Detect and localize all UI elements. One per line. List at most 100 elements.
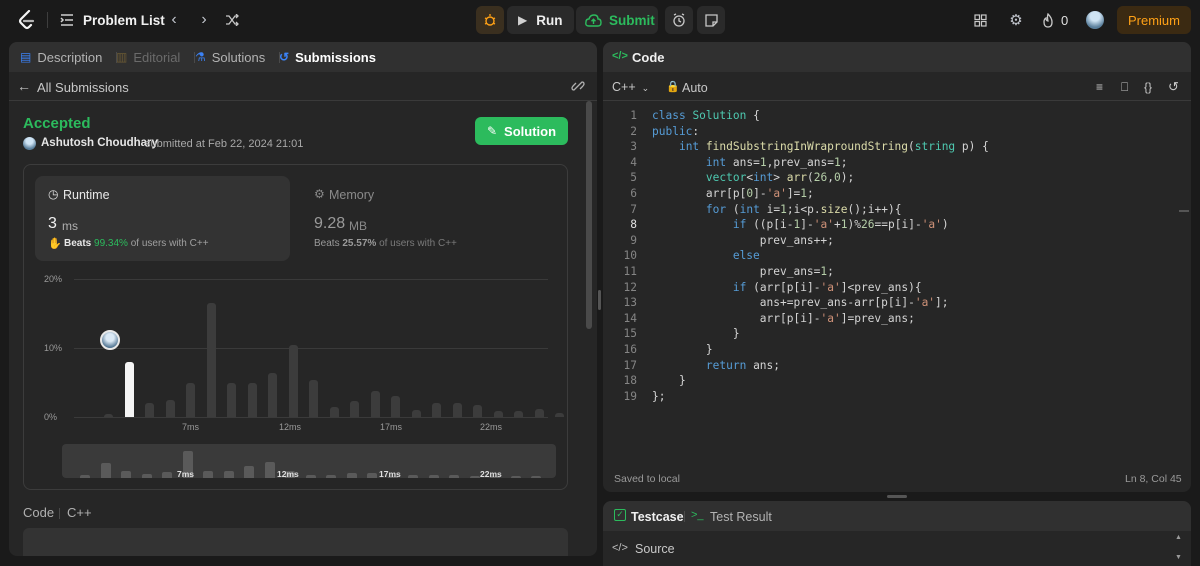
vertical-resize-handle[interactable]	[598, 290, 601, 310]
code-token: arr	[786, 171, 807, 185]
shuffle-icon[interactable]	[223, 11, 241, 29]
chart-bar[interactable]	[206, 303, 216, 417]
scroll-down-arrow-icon[interactable]: ▼	[1175, 554, 1182, 561]
scrollbar-thumb[interactable]	[1179, 210, 1189, 212]
code-token: :	[692, 124, 700, 138]
code-line[interactable]: else	[652, 248, 760, 264]
code-line[interactable]: vector<int> arr(26,0);	[652, 170, 854, 186]
chart-bar[interactable]	[534, 409, 544, 417]
chart-bar[interactable]	[432, 403, 441, 417]
chart-bar[interactable]	[493, 411, 503, 417]
next-problem-icon[interactable]: ›	[196, 11, 212, 29]
chart-bar[interactable]	[104, 413, 113, 417]
tab-submissions[interactable]: ↺ Submissions	[279, 42, 376, 72]
code-token: ]=	[786, 187, 801, 200]
chart-bar[interactable]	[227, 382, 236, 417]
line-number: 14	[623, 311, 637, 325]
mini-chart-bar	[141, 473, 152, 478]
code-line[interactable]: ans+=prev_ans-arr[p[i]-'a'];	[652, 295, 949, 311]
code-line[interactable]: }	[652, 326, 740, 342]
submitter-name[interactable]: Ashutosh Choudhary	[41, 137, 158, 149]
solution-button[interactable]: ✎ Solution	[475, 117, 568, 145]
auto-mode[interactable]: Auto	[682, 81, 708, 95]
code-token: p	[807, 202, 814, 216]
code-line[interactable]: return ans;	[652, 358, 780, 374]
chart-bar[interactable]	[391, 395, 400, 417]
code-line[interactable]: prev_ans++;	[652, 233, 834, 249]
timer-button[interactable]	[665, 6, 693, 34]
chart-bar[interactable]	[268, 372, 277, 417]
horizontal-resize-handle[interactable]	[887, 495, 907, 498]
chart-bar[interactable]	[473, 404, 482, 417]
tab-description[interactable]: ▤ Description	[20, 42, 102, 72]
streak-count: 0	[1061, 13, 1069, 28]
chart-bar[interactable]	[186, 382, 195, 417]
tab-solutions[interactable]: ⚗ Solutions	[195, 42, 265, 72]
submit-button[interactable]: Submit	[576, 6, 658, 34]
braces-icon[interactable]: {}	[1144, 80, 1152, 94]
reset-icon[interactable]: ↺	[1168, 79, 1179, 95]
streak-flame-icon[interactable]	[1040, 11, 1056, 29]
code-line[interactable]: arr[p[0]-'a']=1;	[652, 186, 814, 202]
all-submissions-link[interactable]: All Submissions	[37, 80, 129, 95]
chart-bar[interactable]	[145, 403, 154, 417]
premium-button[interactable]: Premium	[1117, 6, 1191, 34]
prev-problem-icon[interactable]: ‹	[166, 11, 182, 29]
tab-editorial[interactable]: ▥ Editorial	[116, 42, 180, 72]
code-line[interactable]: arr[p[i]-'a']=prev_ans;	[652, 311, 915, 327]
share-link-icon[interactable]	[571, 79, 585, 98]
code-line[interactable]: prev_ans=1;	[652, 264, 834, 280]
chart-bar[interactable]	[411, 410, 421, 417]
scrollbar[interactable]	[586, 101, 592, 329]
chart-bar[interactable]	[309, 380, 318, 417]
code-line[interactable]: class Solution {	[652, 108, 760, 124]
terminal-icon: >_	[691, 509, 704, 521]
code-token: ans	[759, 296, 780, 310]
code-editor[interactable]: 1 class Solution {2 public: 3 int findSubst…	[603, 108, 1191, 408]
code-line[interactable]: int findSubstringInWraproundString(strin…	[652, 139, 989, 155]
chart-bar[interactable]	[124, 361, 134, 417]
bookmark-icon[interactable]: ⎕	[1121, 80, 1128, 95]
chart-bar[interactable]	[165, 400, 175, 417]
debug-button[interactable]	[476, 6, 504, 34]
notes-button[interactable]	[697, 6, 725, 34]
chart-bar[interactable]	[247, 382, 257, 417]
format-icon[interactable]: ≡	[1096, 80, 1103, 94]
tab-test-result[interactable]: Test Result	[710, 510, 772, 524]
problem-list-link[interactable]: Problem List	[83, 13, 165, 28]
layout-icon[interactable]	[972, 12, 988, 28]
chart-bar[interactable]	[514, 411, 523, 417]
language-select[interactable]: C++ ⌄	[612, 80, 649, 94]
tab-testcase[interactable]: Testcase	[631, 510, 684, 524]
code-line[interactable]: for (int i=1;i<p.size();i++){	[652, 202, 902, 218]
chart-bar[interactable]	[555, 412, 564, 417]
run-button[interactable]: ▶ Run	[507, 6, 574, 34]
chart-bar[interactable]	[329, 407, 339, 417]
code-line[interactable]: }	[652, 342, 713, 358]
range-selector[interactable]: 7ms 12ms 17ms 22ms	[62, 444, 556, 478]
code-token: ,	[827, 171, 834, 185]
code-token: else	[732, 249, 760, 263]
avatar[interactable]	[1086, 11, 1104, 29]
code-line[interactable]: if ((p[i-1]-'a'+1)%26==p[i]-'a')	[652, 217, 949, 233]
runtime-card[interactable]: ◷ Runtime 3 ms ✋ Beats 99.34% of users w…	[35, 176, 290, 261]
memory-card[interactable]: ⚙ Memory 9.28 MB Beats 25.57% of users w…	[302, 176, 557, 261]
code-line[interactable]: int ans=1,prev_ans=1;	[652, 155, 848, 171]
chart-bar[interactable]	[370, 391, 380, 417]
back-arrow-icon[interactable]: ←	[17, 78, 31, 94]
chart-bar[interactable]	[288, 344, 298, 417]
code-token: string	[914, 140, 956, 154]
code-line[interactable]: }	[652, 373, 686, 389]
settings-gear-icon[interactable]: ⚙	[1007, 11, 1025, 29]
chart-bar[interactable]	[350, 401, 359, 417]
chart-bar[interactable]	[452, 403, 462, 417]
code-token: =	[827, 155, 834, 169]
code-line[interactable]: public:	[652, 124, 699, 140]
scroll-up-arrow-icon[interactable]: ▲	[1175, 534, 1182, 541]
problem-list-icon[interactable]	[58, 12, 76, 28]
source-label[interactable]: Source	[635, 542, 675, 556]
code-line[interactable]: };	[652, 389, 665, 405]
leetcode-logo-icon[interactable]	[16, 9, 38, 31]
code-line[interactable]: if (arr[p[i]-'a']<prev_ans){	[652, 280, 922, 296]
